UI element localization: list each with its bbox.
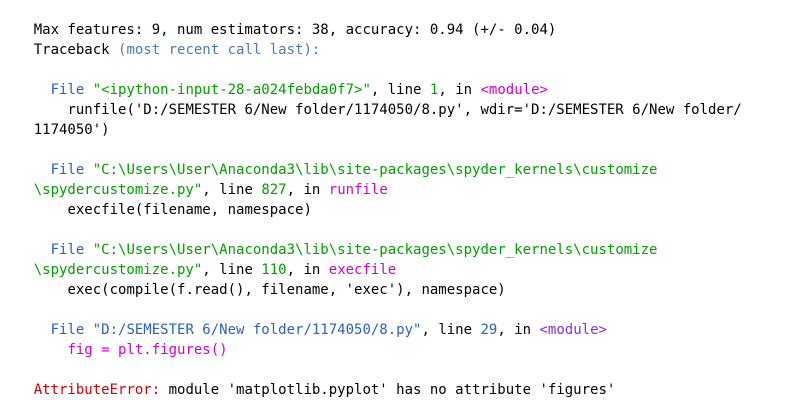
- error-type: AttributeError:: [33, 382, 161, 398]
- frame4-line-no: 29: [480, 322, 498, 338]
- frame3-file-line-2: \spydercustomize.py", line 110, in execf…: [0, 240, 396, 278]
- traceback-header: Traceback (most recent call last):: [0, 20, 321, 58]
- model-summary-line: Max features: 9, num estimators: 38, acc…: [0, 0, 557, 38]
- frame1-code-line-1: runfile('D:/SEMESTER 6/New folder/117405…: [0, 80, 741, 118]
- frame1-code-2: 1174050'): [33, 122, 110, 138]
- frame2-file-line-2: \spydercustomize.py", line 827, in runfi…: [0, 160, 388, 198]
- frame4-in-label: , in: [497, 322, 540, 338]
- frame1-file-line: File "<ipython-input-28-a024febda0f7>", …: [0, 60, 548, 98]
- frame2-code: execfile(filename, namespace): [67, 202, 312, 218]
- frame1-code-1: runfile('D:/SEMESTER 6/New folder/117405…: [67, 102, 742, 118]
- frame4-code: fig = plt.figures(): [67, 342, 228, 358]
- frame4-func: <module>: [539, 322, 607, 338]
- frame4-file-line: File "D:/SEMESTER 6/New folder/1174050/8…: [0, 300, 607, 338]
- frame2-code-line: execfile(filename, namespace): [0, 180, 311, 218]
- error-message: module 'matplotlib.pyplot' has no attrib…: [160, 382, 616, 398]
- traceback-note: (most recent call last):: [118, 42, 321, 58]
- frame4-code-line: fig = plt.figures(): [0, 320, 227, 358]
- frame4-file-sep: , line: [421, 322, 481, 338]
- frame3-code-line: exec(compile(f.read(), filename, 'exec')…: [0, 260, 505, 298]
- python-console-output: Max features: 9, num estimators: 38, acc…: [0, 0, 786, 400]
- error-line: AttributeError: module 'matplotlib.pyplo…: [0, 360, 616, 398]
- frame2-file-line-1: File "C:\Users\User\Anaconda3\lib\site-p…: [0, 140, 658, 178]
- frame2-func: runfile: [328, 182, 388, 198]
- frame3-file-line-1: File "C:\Users\User\Anaconda3\lib\site-p…: [0, 220, 658, 258]
- frame3-code: exec(compile(f.read(), filename, 'exec')…: [67, 282, 506, 298]
- traceback-label: Traceback: [33, 42, 110, 58]
- frame1-code-line-2: 1174050'): [0, 100, 110, 138]
